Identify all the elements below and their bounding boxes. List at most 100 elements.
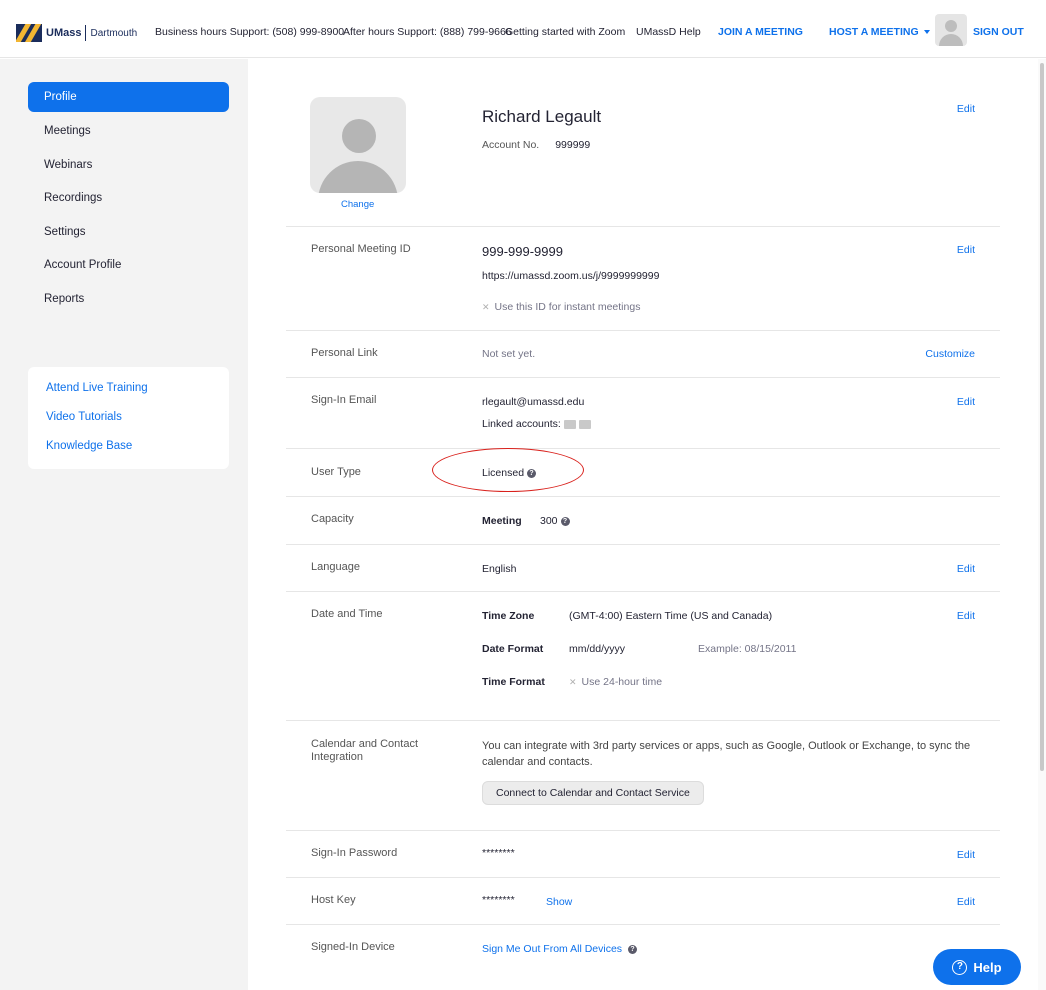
umass-dartmouth-logo[interactable]: UMass Dartmouth	[16, 24, 137, 42]
help-circle-icon[interactable]: ?	[560, 516, 570, 526]
account-number: Account No. 999999	[482, 139, 590, 151]
after-hours-support-link[interactable]: After hours Support: (888) 799-9666	[343, 26, 512, 38]
date-format-label: Date Format	[482, 643, 544, 655]
profile-main: Change Richard Legault Account No. 999999…	[248, 59, 1038, 990]
user-avatar[interactable]	[935, 14, 967, 46]
logo-name: UMass	[46, 27, 82, 39]
x-icon: ✕	[569, 677, 577, 687]
edit-email-button[interactable]: Edit	[957, 396, 975, 408]
calendar-desc-line1: You can integrate with 3rd party service…	[482, 740, 971, 752]
row-calendar-integration: Calendar and Contact Integration You can…	[286, 720, 1000, 830]
sidebar-item-meetings[interactable]: Meetings	[28, 115, 229, 147]
business-hours-support-link[interactable]: Business hours Support: (508) 999-8900	[155, 26, 344, 38]
sign-in-password-label: Sign-In Password	[311, 847, 398, 859]
calendar-desc-line2: calendar and contacts.	[482, 756, 593, 768]
show-host-key-link[interactable]: Show	[546, 896, 572, 908]
sidebar-item-reports[interactable]: Reports	[28, 283, 229, 315]
sidebar-item-account-profile[interactable]: Account Profile	[28, 249, 229, 281]
sign-out-link[interactable]: SIGN OUT	[973, 26, 1024, 38]
row-language: Language English Edit	[286, 544, 1000, 591]
pmi-label: Personal Meeting ID	[311, 243, 411, 255]
sso-icon	[578, 419, 591, 429]
password-value: ********	[482, 847, 515, 859]
edit-host-key-button[interactable]: Edit	[957, 896, 975, 908]
video-tutorials-link[interactable]: Video Tutorials	[46, 407, 229, 436]
host-key-value: ********	[482, 894, 515, 906]
top-header: UMass Dartmouth Business hours Support: …	[0, 0, 1046, 58]
sidebar-item-webinars[interactable]: Webinars	[28, 149, 229, 181]
edit-date-time-button[interactable]: Edit	[957, 610, 975, 622]
pmi-value: 999-999-9999	[482, 244, 563, 259]
row-date-time: Date and Time Time Zone (GMT-4:00) Easte…	[286, 591, 1000, 720]
umass-logo-icon	[16, 24, 42, 42]
help-button-label: Help	[973, 959, 1002, 975]
sign-out-all-devices-link[interactable]: Sign Me Out From All Devices	[482, 943, 622, 955]
row-sign-in-email: Sign-In Email rlegault@umassd.edu Linked…	[286, 377, 1000, 448]
knowledge-base-link[interactable]: Knowledge Base	[46, 436, 229, 465]
personal-link-value: Not set yet.	[482, 348, 536, 360]
logo-divider	[85, 25, 87, 41]
sidebar-item-settings[interactable]: Settings	[28, 216, 229, 248]
edit-pmi-button[interactable]: Edit	[957, 244, 975, 256]
edit-language-button[interactable]: Edit	[957, 563, 975, 575]
edit-profile-button[interactable]: Edit	[957, 103, 975, 115]
host-key-label: Host Key	[311, 894, 356, 906]
sidebar-item-profile[interactable]: Profile	[28, 82, 229, 112]
time-zone-value: (GMT-4:00) Eastern Time (US and Canada)	[569, 610, 773, 622]
change-picture-link[interactable]: Change	[341, 199, 374, 210]
linked-accounts-label: Linked accounts:	[482, 418, 561, 430]
date-format-value: mm/dd/yyyy	[569, 643, 626, 655]
help-links-panel: Attend Live Training Video Tutorials Kno…	[28, 367, 229, 469]
instant-meeting-option[interactable]: ✕ Use this ID for instant meetings	[482, 301, 640, 313]
sign-in-email-value: rlegault@umassd.edu	[482, 396, 585, 408]
sign-in-email-label: Sign-In Email	[311, 394, 377, 406]
customize-link-button[interactable]: Customize	[925, 348, 975, 360]
help-circle-icon[interactable]: ?	[628, 944, 638, 954]
logo-subtitle: Dartmouth	[90, 27, 138, 39]
date-time-label: Date and Time	[311, 608, 383, 620]
getting-started-link[interactable]: Getting started with Zoom	[505, 26, 625, 38]
host-meeting-label: HOST A MEETING	[829, 26, 919, 38]
edit-password-button[interactable]: Edit	[957, 849, 975, 861]
caret-down-icon	[923, 30, 930, 35]
email-icon	[563, 419, 576, 429]
umassd-help-link[interactable]: UMassD Help	[636, 26, 701, 38]
linked-accounts: Linked accounts:	[482, 418, 591, 430]
capacity-value: 300?	[540, 515, 570, 527]
row-personal-link: Personal Link Not set yet. Customize	[286, 330, 1000, 377]
time-format-label: Time Format	[482, 676, 545, 688]
scrollbar-thumb[interactable]	[1040, 63, 1044, 771]
join-meeting-link[interactable]: JOIN A MEETING	[718, 26, 803, 38]
sign-out-all-devices: Sign Me Out From All Devices?	[482, 943, 638, 955]
help-button[interactable]: ? Help	[933, 949, 1021, 985]
signed-in-device-label: Signed-In Device	[311, 941, 395, 953]
attend-live-training-link[interactable]: Attend Live Training	[46, 378, 229, 407]
capacity-number: 300	[540, 515, 558, 527]
page-scrollbar[interactable]	[1038, 59, 1046, 990]
highlight-annotation-circle	[432, 448, 584, 492]
language-label: Language	[311, 561, 360, 573]
account-number-label: Account No.	[482, 139, 540, 151]
sidebar: Profile Meetings Webinars Recordings Set…	[0, 59, 248, 990]
instant-meeting-label: Use this ID for instant meetings	[494, 301, 641, 313]
date-format-example: Example: 08/15/2011	[698, 643, 797, 655]
row-sign-in-password: Sign-In Password ******** Edit	[286, 830, 1000, 877]
time-format-text: Use 24-hour time	[581, 676, 663, 688]
row-personal-meeting-id: Personal Meeting ID 999-999-9999 https:/…	[286, 226, 1000, 330]
sidebar-item-recordings[interactable]: Recordings	[28, 182, 229, 214]
question-mark-icon: ?	[952, 959, 968, 975]
time-zone-label: Time Zone	[482, 610, 535, 622]
profile-picture[interactable]	[310, 97, 406, 193]
language-value: English	[482, 563, 517, 575]
row-user-type: User Type Licensed?	[286, 448, 1000, 496]
row-capacity: Capacity Meeting 300?	[286, 496, 1000, 544]
host-meeting-dropdown[interactable]: HOST A MEETING	[829, 26, 930, 38]
row-signed-in-device: Signed-In Device Sign Me Out From All De…	[286, 924, 1000, 990]
profile-name: Richard Legault	[482, 107, 602, 126]
personal-link-label: Personal Link	[311, 347, 378, 359]
calendar-integration-label: Calendar and Contact Integration	[311, 738, 419, 763]
sidebar-nav: Profile Meetings Webinars Recordings Set…	[28, 82, 229, 316]
x-icon: ✕	[482, 302, 490, 312]
connect-calendar-button[interactable]: Connect to Calendar and Contact Service	[482, 781, 704, 805]
time-format-option[interactable]: ✕ Use 24-hour time	[569, 676, 662, 688]
